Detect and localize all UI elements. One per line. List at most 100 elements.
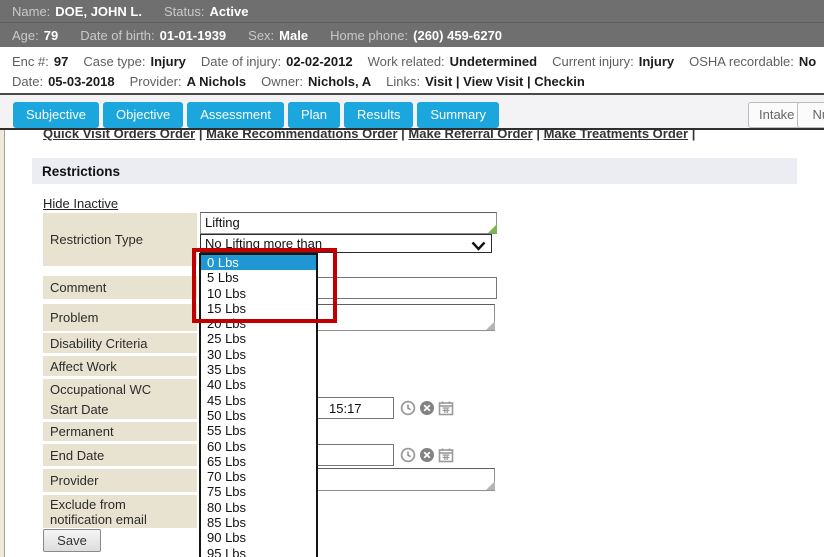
permanent-label: Permanent <box>43 422 197 441</box>
weight-option[interactable]: 5 Lbs <box>201 270 316 285</box>
field-label: Status: <box>164 4 204 19</box>
calendar-icon[interactable] <box>438 447 454 463</box>
weight-option[interactable]: 30 Lbs <box>201 347 316 362</box>
weight-option[interactable]: 0 Lbs <box>201 255 316 270</box>
field-label: Owner: <box>261 74 303 89</box>
link-separator: | <box>688 130 695 141</box>
weight-option[interactable]: 75 Lbs <box>201 484 316 499</box>
nur-button[interactable]: Nur <box>797 102 824 128</box>
hide-inactive-link[interactable]: Hide Inactive <box>43 196 118 211</box>
resize-handle[interactable] <box>486 481 495 490</box>
field-value: Visit | View Visit | Checkin <box>425 74 585 89</box>
field-value: Injury <box>150 54 185 69</box>
field-label: Case type: <box>83 54 145 69</box>
clock-icon[interactable] <box>400 447 416 463</box>
restriction-type-label: Restriction Type <box>43 213 197 266</box>
order-links-row: Quick Visit Orders Order | Make Recommen… <box>43 130 803 148</box>
weight-option[interactable]: 15 Lbs <box>201 301 316 316</box>
weight-option[interactable]: 60 Lbs <box>201 439 316 454</box>
info-pair: Current injury: Injury <box>552 54 674 69</box>
weight-option[interactable]: 45 Lbs <box>201 393 316 408</box>
field-label: Sex: <box>248 28 274 43</box>
restrictions-header: Restrictions <box>32 158 797 184</box>
order-link[interactable]: Make Treatments Order <box>544 130 689 141</box>
weight-option[interactable]: 40 Lbs <box>201 377 316 392</box>
field-label: OSHA recordable: <box>689 54 794 69</box>
save-button[interactable]: Save <box>43 529 101 552</box>
encounter-info-row1: Enc #: 97 Case type: Injury Date of injury:0… <box>12 52 824 72</box>
weight-option[interactable]: 10 Lbs <box>201 286 316 301</box>
exclude-notification-label: Exclude from notification email <box>43 495 197 528</box>
clock-icon[interactable] <box>400 400 416 416</box>
section-title: Restrictions <box>42 164 120 179</box>
field-label: Name: <box>12 4 50 19</box>
info-pair: OSHA recordable: No <box>689 54 816 69</box>
order-link[interactable]: Make Recommendations Order <box>206 130 397 141</box>
calendar-icon[interactable] <box>438 400 454 416</box>
field-label: Date: <box>12 74 43 89</box>
clear-icon[interactable] <box>419 447 435 463</box>
weight-option[interactable]: 65 Lbs <box>201 454 316 469</box>
weight-option[interactable]: 95 Lbs <box>201 546 316 557</box>
field-value: Undetermined <box>450 54 537 69</box>
weight-option[interactable]: 50 Lbs <box>201 408 316 423</box>
patient-name-bar: Name: DOE, JOHN L. Status: Active <box>0 0 824 22</box>
tab-objective[interactable]: Objective <box>103 102 183 128</box>
field-label: Links: <box>386 74 420 89</box>
field-label: Date of birth: <box>80 28 154 43</box>
info-pair: Work related:Undetermined <box>368 54 537 69</box>
emr-screen: Name: DOE, JOHN L. Status: Active Age:79 Dat… <box>0 0 824 557</box>
field-value: 79 <box>44 28 58 43</box>
field-value: 01-01-1939 <box>160 28 227 43</box>
weight-option[interactable]: 70 Lbs <box>201 469 316 484</box>
weight-option[interactable]: 25 Lbs <box>201 331 316 346</box>
info-pair: Date of birth: 01-01-1939 <box>80 28 226 43</box>
affect-work-label: Affect Work <box>43 356 197 376</box>
order-link[interactable]: Quick Visit Orders Order <box>43 130 195 141</box>
link-separator: | <box>398 130 409 141</box>
field-value: A Nichols <box>187 74 246 89</box>
link-separator: | <box>533 130 544 141</box>
encounter-info-row2: Date: 05-03-2018 Provider:A Nichols Owner:N… <box>12 72 824 92</box>
weight-option[interactable]: 85 Lbs <box>201 515 316 530</box>
restriction-type-textarea[interactable]: Lifting <box>200 212 497 234</box>
info-pair: Age:79 <box>12 28 58 43</box>
tab-assessment[interactable]: Assessment <box>187 102 284 128</box>
resize-handle[interactable] <box>486 321 495 330</box>
info-pair: Home phone:(260) 459-6270 <box>330 28 502 43</box>
info-pair: Status: Active <box>164 4 249 19</box>
info-pair: Name: DOE, JOHN L. <box>12 4 142 19</box>
tab-plan[interactable]: Plan <box>288 102 340 128</box>
info-pair: Case type: Injury <box>83 54 186 69</box>
info-pair: Date of injury:02-02-2012 <box>201 54 353 69</box>
weight-option[interactable]: 80 Lbs <box>201 500 316 515</box>
field-value: Active <box>209 4 248 19</box>
note-tabs: SubjectiveObjectiveAssessmentPlanResults… <box>13 102 499 128</box>
field-label: Enc #: <box>12 54 49 69</box>
chevron-down-icon <box>471 239 486 254</box>
weight-option[interactable]: 35 Lbs <box>201 362 316 377</box>
tab-results[interactable]: Results <box>344 102 413 128</box>
field-value: 05-03-2018 <box>48 74 115 89</box>
tab-bar: SubjectiveObjectiveAssessmentPlanResults… <box>0 95 824 130</box>
order-link[interactable]: Make Referral Order <box>408 130 532 141</box>
disability-criteria-label: Disability Criteria <box>43 333 197 353</box>
resize-handle[interactable] <box>488 224 497 233</box>
end-date-label: End Date <box>43 444 197 466</box>
info-pair: Owner:Nichols, A <box>261 74 371 89</box>
field-value: 97 <box>54 54 68 69</box>
weight-option[interactable]: 20 Lbs <box>201 316 316 331</box>
tab-summary[interactable]: Summary <box>417 102 499 128</box>
encounter-info-panel: Enc #: 97 Case type: Injury Date of injury:0… <box>0 47 824 95</box>
restriction-type-select[interactable]: No Lifting more than <box>200 234 492 253</box>
field-value: No <box>799 54 816 69</box>
weight-option[interactable]: 55 Lbs <box>201 423 316 438</box>
weight-option[interactable]: 90 Lbs <box>201 530 316 545</box>
field-value: Injury <box>639 54 674 69</box>
comment-label: Comment <box>43 276 197 299</box>
field-value: DOE, JOHN L. <box>55 4 142 19</box>
field-label: Current injury: <box>552 54 634 69</box>
tab-subjective[interactable]: Subjective <box>13 102 99 128</box>
clear-icon[interactable] <box>419 400 435 416</box>
info-pair: Provider:A Nichols <box>130 74 247 89</box>
